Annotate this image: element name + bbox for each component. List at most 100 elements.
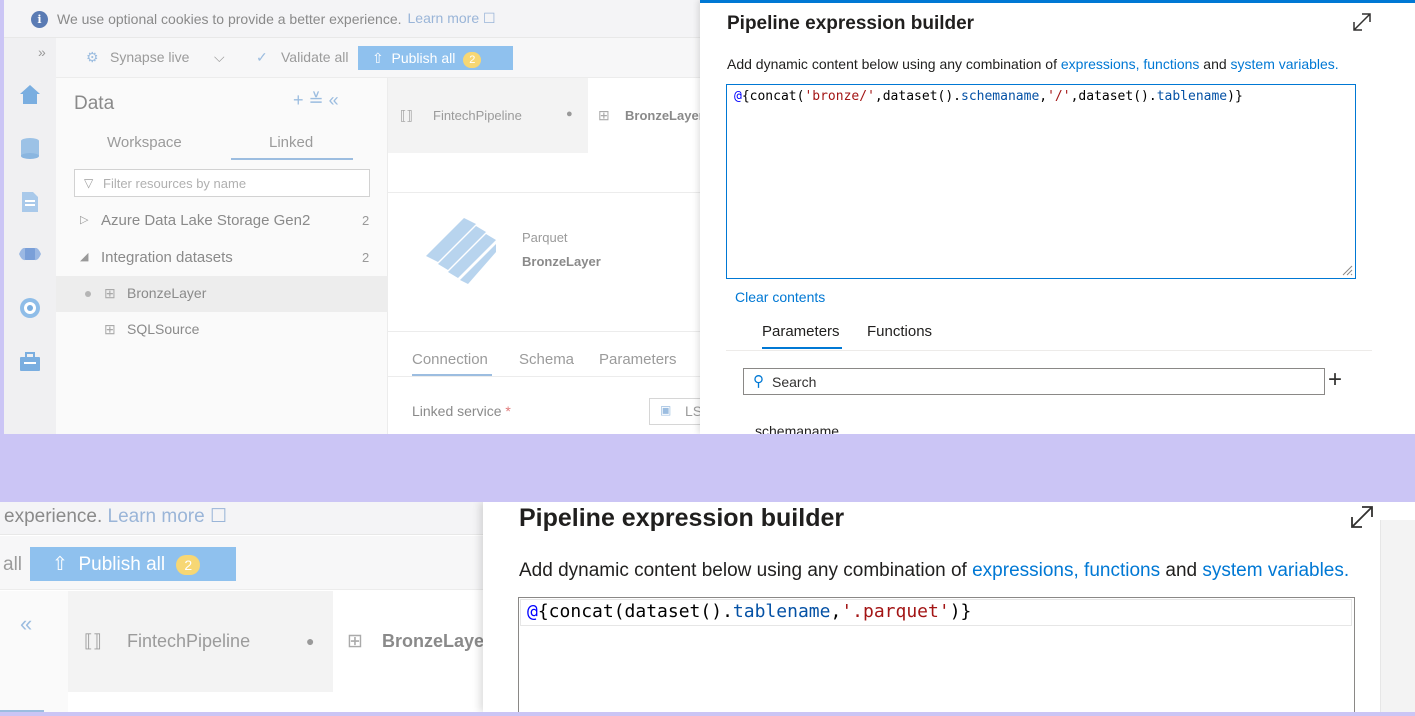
tab-functions[interactable]: Functions [867,323,932,340]
info-icon: i [31,11,48,28]
tab-fintechpipeline[interactable]: ⟦⟧ FintechPipeline ● [388,78,588,153]
expand-arrow-icon: ▷ [80,214,89,226]
tree-item-sqlsource[interactable]: ⊞ SQLSource [56,312,388,348]
tab-parameters[interactable]: Parameters [762,323,840,340]
tree-group-count: 2 [362,250,370,265]
table-icon: ⊞ [104,321,116,337]
tree-group-integration-datasets[interactable]: ◢ Integration datasets 2 [56,241,388,277]
upload-icon: ⇧ [52,554,68,575]
data-panel-fragment: « [0,591,68,712]
clear-contents-link[interactable]: Clear contents [735,289,825,305]
unsaved-dot [85,291,91,297]
top-screenshot: i We use optional cookies to provide a b… [0,0,1415,434]
publish-all-button[interactable]: ⇧ Publish all 2 [358,46,513,70]
publish-all-button[interactable]: ⇧ Publish all 2 [30,547,236,581]
synapse-live-icon: ⚙ [86,49,99,65]
parquet-icon [426,218,496,284]
add-parameter-button[interactable]: + [1328,366,1342,394]
expression-textarea[interactable]: @{concat(dataset().tablename,'.parquet')… [518,597,1355,712]
tree-item-label: BronzeLayer [127,285,207,301]
validate-icon: ✓ [256,49,268,65]
pipeline-icon: ⟦⟧ [84,631,102,651]
tree-group-label: Azure Data Lake Storage Gen2 [101,212,311,229]
cookie-banner: i We use optional cookies to provide a b… [0,0,700,38]
expressions-functions-link[interactable]: expressions, functions [1061,56,1200,72]
table-icon: ⊞ [347,631,363,652]
divider [726,350,1372,351]
tab-indicator [0,710,44,712]
data-panel-tools[interactable]: + ≚ « [293,90,339,111]
cookie-text: We use optional cookies to provide a bet… [57,10,402,27]
expressions-functions-link[interactable]: expressions, functions [972,560,1160,581]
manage-icon[interactable] [18,350,42,374]
search-input[interactable]: ⚲ Search [743,368,1325,395]
learn-more-link[interactable]: Learn more ☐ [108,506,227,527]
tab-fintechpipeline[interactable]: ⟦⟧ FintechPipeline ● [68,591,333,692]
tree-item-bronzelayer[interactable]: ⊞ BronzeLayer [56,276,388,312]
tree-item-label: SQLSource [127,321,200,337]
left-edge-stripe [0,0,4,434]
linked-service-icon: ▣ [660,403,672,417]
develop-icon[interactable] [18,190,42,214]
search-icon: ⚲ [753,373,764,390]
publish-count-badge: 2 [463,52,482,68]
tree-group-adls[interactable]: ▷ Azure Data Lake Storage Gen2 2 [56,204,388,240]
tab-label: FintechPipeline [127,631,251,651]
tab-parameters[interactable]: Parameters [599,351,677,368]
tab-bronzelayer[interactable]: ⊞ BronzeLayer [588,78,704,153]
collapse-icon[interactable]: « [20,611,32,637]
linked-service-label: Linked service * [412,403,511,419]
expression-textarea[interactable]: @{concat('bronze/',dataset().schemaname,… [726,84,1356,279]
validate-all-fragment[interactable]: all [3,554,22,576]
data-icon[interactable] [18,136,42,160]
expression-code: @{concat(dataset().tablename,'.parquet')… [527,601,972,622]
divider [388,331,700,332]
resize-handle-icon[interactable] [1341,264,1353,276]
panel-scrollbar[interactable] [1380,520,1415,712]
tab-linked-indicator [231,158,353,160]
learn-more-link[interactable]: Learn more ☐ [408,10,496,27]
publish-count-badge: 2 [176,555,201,575]
synapse-live-label[interactable]: Synapse live [110,49,189,65]
filter-input[interactable]: ▽ Filter resources by name [74,169,370,197]
builder-description: Add dynamic content below using any comb… [727,56,1339,72]
tab-label: BronzeLayer [382,631,492,651]
tab-linked[interactable]: Linked [269,134,313,151]
dataset-name: BronzeLayer [522,254,601,269]
tab-schema[interactable]: Schema [519,351,574,368]
tab-workspace[interactable]: Workspace [107,134,182,151]
collapse-arrow-icon: ◢ [80,251,89,263]
toolbar: all ⇧ Publish all 2 [0,536,483,590]
upload-icon: ⇧ [372,50,384,66]
unsaved-dot: ● [306,633,315,649]
expand-icon[interactable] [1348,503,1376,531]
icon-rail: » [4,38,56,434]
home-icon[interactable] [18,82,42,106]
system-variables-link[interactable]: system variables. [1231,56,1339,72]
table-icon: ⊞ [104,285,116,301]
search-placeholder: Search [772,374,817,390]
integrate-icon[interactable] [18,242,42,266]
tab-label: BronzeLayer [625,108,704,123]
expand-rail-icon[interactable]: » [38,44,46,60]
tab-bronzelayer[interactable]: ⊞ BronzeLayer [333,591,491,692]
tab-label: FintechPipeline [433,108,522,123]
expression-builder-panel: Pipeline expression builder Add dynamic … [700,0,1415,434]
filter-placeholder: Filter resources by name [103,176,247,191]
tree-group-count: 2 [362,213,370,228]
system-variables-link[interactable]: system variables. [1202,560,1349,581]
format-label: Parquet [522,230,568,245]
data-panel: Data + ≚ « Workspace Linked ▽ Filter res… [56,78,388,434]
parameter-item[interactable]: schemaname [755,423,839,434]
validate-all-button[interactable]: Validate all [281,49,348,65]
monitor-icon[interactable] [18,296,42,320]
expression-builder-panel: Pipeline expression builder Add dynamic … [483,502,1415,712]
data-panel-title: Data [74,93,115,114]
chevron-down-icon[interactable]: ⌵ [214,49,225,66]
editor-area: ⟦⟧ FintechPipeline ● ⊞ BronzeLayer Parqu… [388,78,709,434]
divider [388,376,700,377]
expand-icon[interactable] [1351,11,1373,33]
tab-connection[interactable]: Connection [412,351,488,368]
publish-all-label: Publish all [391,50,456,66]
builder-title: Pipeline expression builder [727,13,975,34]
